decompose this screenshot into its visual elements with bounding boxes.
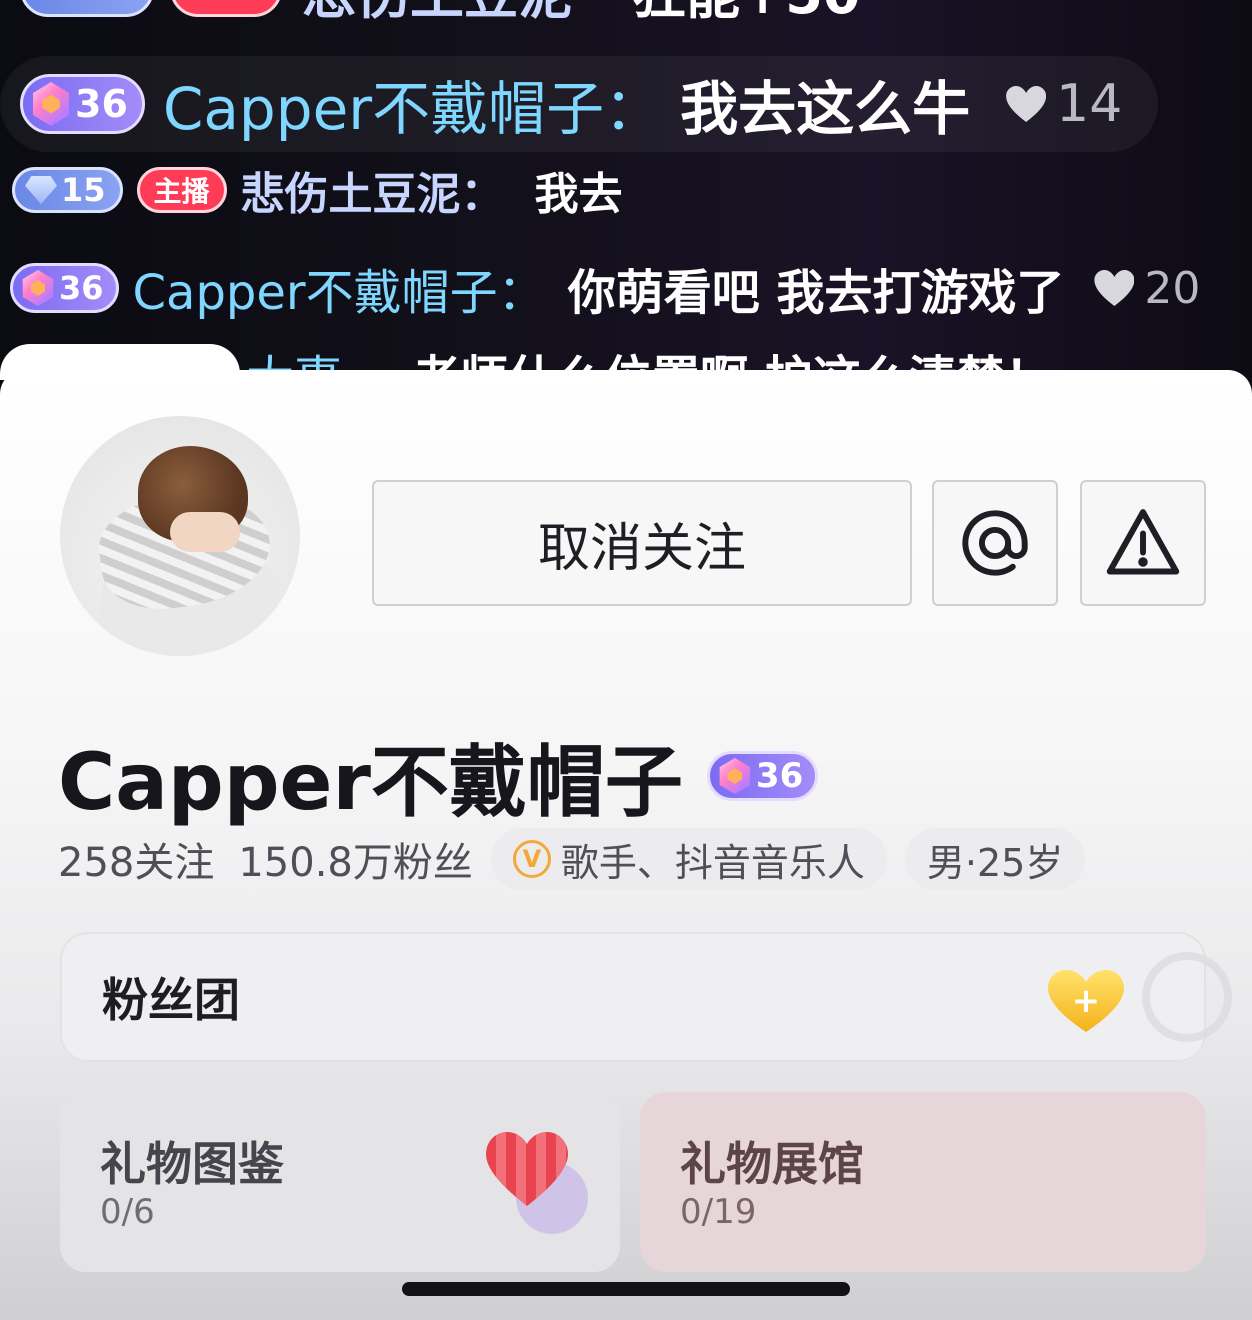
gem-icon xyxy=(22,270,54,306)
fan-club-row[interactable]: 粉丝团 + xyxy=(60,932,1232,1062)
verified-pill: V 歌手、抖音音乐人 xyxy=(490,828,887,890)
level-badge xyxy=(20,0,154,17)
heart-icon xyxy=(1094,270,1134,306)
following-count[interactable]: 258关注 xyxy=(58,830,214,888)
fan-club-label: 粉丝团 xyxy=(102,973,240,1027)
profile-username-row: Capper不戴帽子 36 xyxy=(58,720,819,832)
host-badge: 主播 xyxy=(136,167,227,213)
chat-username[interactable]: Capper不戴帽子 xyxy=(133,253,498,323)
chat-row: 15 主播 悲伤土豆泥 ： 我去 xyxy=(12,164,623,220)
gem-icon xyxy=(719,758,751,794)
chat-message: 狂能+50 xyxy=(632,0,860,29)
user-profile-card: 取消关注 Capper不戴帽子 36 258关注 150.8万粉丝 V 歌手、抖… xyxy=(0,370,1252,1320)
avatar[interactable] xyxy=(60,416,300,656)
gift-hall-label: 礼物展馆 xyxy=(680,1137,864,1191)
gender-age-pill: 男·25岁 xyxy=(904,828,1086,890)
follower-count[interactable]: 150.8万粉丝 xyxy=(238,830,473,888)
chat-separator: ： xyxy=(460,169,505,220)
like-count[interactable]: 14 xyxy=(1006,74,1122,134)
verified-icon: V xyxy=(512,840,551,878)
report-button[interactable] xyxy=(1080,480,1206,606)
profile-username: Capper不戴帽子 xyxy=(58,738,683,828)
profile-stats: 258关注 150.8万粉丝 V 歌手、抖音音乐人 男·25岁 xyxy=(58,828,1086,890)
verified-label: 歌手、抖音音乐人 xyxy=(560,840,865,885)
unfollow-button[interactable]: 取消关注 xyxy=(372,480,912,606)
level-badge: 15 xyxy=(12,167,123,213)
chat-row: 悲伤土豆泥 狂能+50 xyxy=(20,0,860,26)
like-count[interactable]: 20 xyxy=(1094,263,1200,314)
chat-username[interactable]: 悲伤土豆泥 xyxy=(241,158,461,222)
chat-message: 我去这么牛 xyxy=(680,75,971,143)
host-badge xyxy=(170,0,282,17)
chat-message: 我去 xyxy=(534,169,623,220)
chat-row: 36 Capper不戴帽子 ： 我去这么牛 14 xyxy=(0,56,1159,152)
level-badge: 36 xyxy=(20,74,145,134)
diamond-icon xyxy=(25,176,57,204)
gift-hall-count: 0/19 xyxy=(680,1192,757,1232)
join-fan-club-icon[interactable]: + xyxy=(1048,970,1124,1032)
at-icon xyxy=(962,510,1028,576)
gift-hall-card[interactable]: 礼物展馆 0/19 xyxy=(640,1092,1206,1272)
fan-club-badge-icon xyxy=(1142,952,1232,1042)
gift-guide-card[interactable]: 礼物图鉴 0/6 xyxy=(60,1092,620,1272)
gift-guide-label: 礼物图鉴 xyxy=(100,1137,284,1191)
chat-message: 你萌看吧 我去打游戏了 xyxy=(567,265,1065,321)
chat-separator: ： xyxy=(604,75,663,143)
warning-icon xyxy=(1106,509,1180,575)
chat-username[interactable]: Capper不戴帽子 xyxy=(163,62,604,146)
level-badge: 36 xyxy=(706,751,819,801)
gem-icon xyxy=(33,82,69,126)
chat-separator: ： xyxy=(497,265,546,321)
level-badge: 36 xyxy=(10,263,119,313)
mention-button[interactable] xyxy=(932,480,1058,606)
heart-icon xyxy=(1006,86,1046,122)
home-indicator[interactable] xyxy=(402,1282,850,1296)
live-chat-panel: 悲伤土豆泥 狂能+50 36 Capper不戴帽子 ： 我去这么牛 14 15 … xyxy=(0,0,1252,380)
gift-guide-count: 0/6 xyxy=(100,1192,155,1232)
chat-row: 36 Capper不戴帽子 ： 你萌看吧 我去打游戏了 20 xyxy=(10,253,1200,323)
chat-username[interactable]: 悲伤土豆泥 xyxy=(302,0,572,29)
